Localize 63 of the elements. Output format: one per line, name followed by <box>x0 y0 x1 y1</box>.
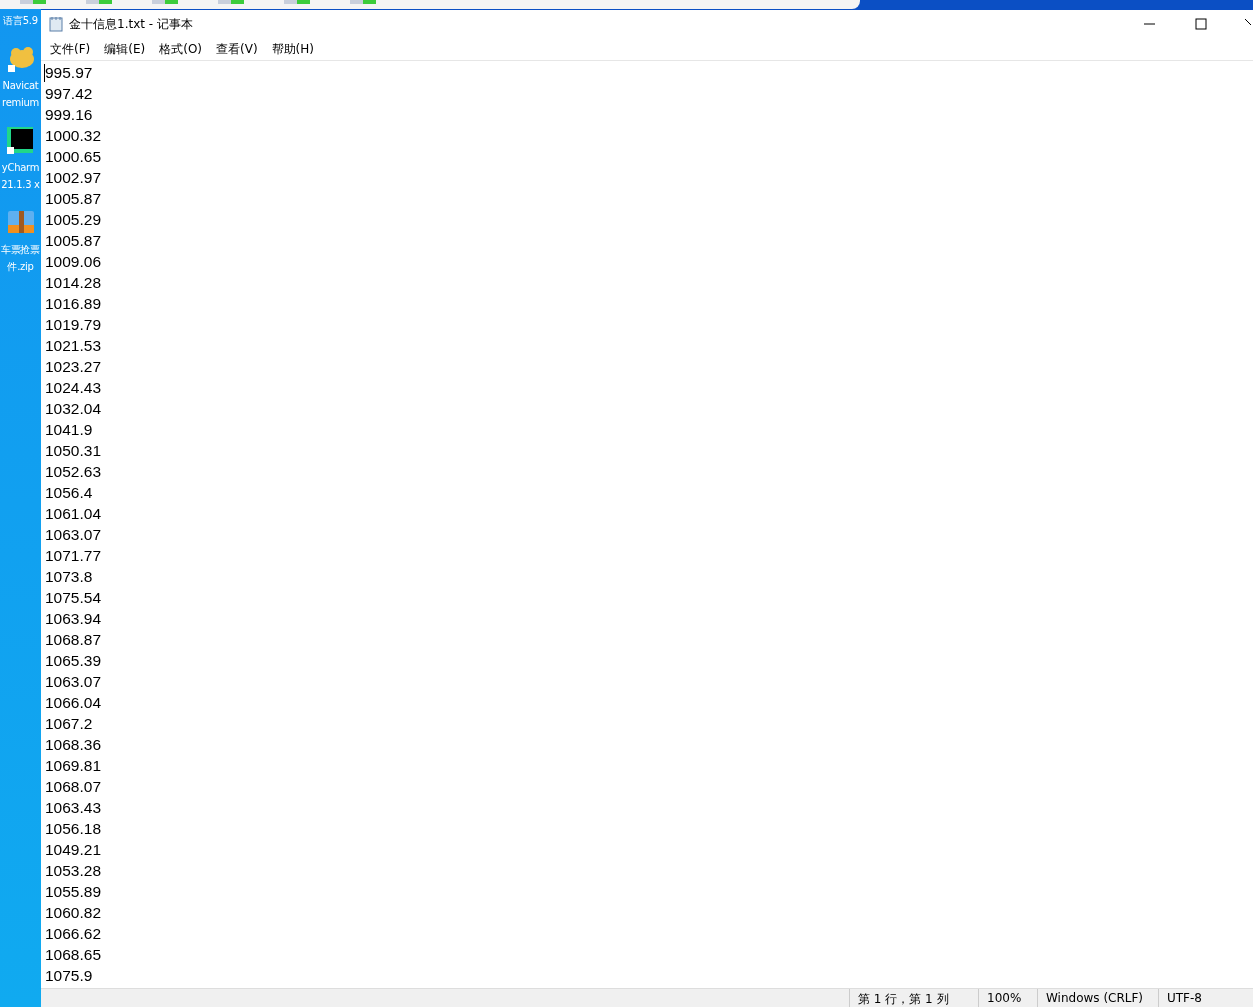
text-line: 1021.53 <box>45 336 103 356</box>
text-line: 1060.82 <box>45 903 103 923</box>
text-line: 1071.77 <box>45 546 103 566</box>
text-line: 1055.89 <box>45 882 103 902</box>
text-line: 999.16 <box>45 105 94 125</box>
text-line: 1067.2 <box>45 714 94 734</box>
text-line: 1068.87 <box>45 630 103 650</box>
menu-item[interactable]: 格式(O) <box>152 38 210 60</box>
text-line: 997.42 <box>45 84 94 104</box>
menu-item[interactable]: 帮助(H) <box>264 38 321 60</box>
menu-item[interactable]: 编辑(E) <box>97 38 153 60</box>
text-line: 1068.07 <box>45 777 103 797</box>
text-line: 1041.9 <box>45 420 94 440</box>
desktop-icon-label[interactable]: 车票抢票 <box>1 241 40 258</box>
text-line: 1073.8 <box>45 567 94 587</box>
text-line: 1075.54 <box>45 588 103 608</box>
text-line: 1016.89 <box>45 294 103 314</box>
status-field: 100% <box>978 989 1037 1007</box>
desktop-icon-label[interactable]: 件.zip <box>7 258 34 275</box>
text-line: 1056.18 <box>45 819 103 839</box>
text-line: 1075.9 <box>45 966 94 986</box>
text-line: 1068.36 <box>45 735 103 755</box>
desktop-icon-label[interactable]: yCharm <box>1 159 40 176</box>
text-line: 1065.39 <box>45 651 103 671</box>
status-field: UTF-8 <box>1158 989 1253 1007</box>
text-line: 1063.94 <box>45 609 103 629</box>
desktop-icon-label[interactable]: remium <box>2 94 39 111</box>
desktop-icon-label[interactable]: Navicat <box>2 77 39 94</box>
text-line: 1069.81 <box>45 756 103 776</box>
text-line: 1049.21 <box>45 840 103 860</box>
text-line: 1063.07 <box>45 525 103 545</box>
text-line: 1023.27 <box>45 357 103 377</box>
desktop-icon-label[interactable]: 21.1.3 x <box>1 176 40 193</box>
text-line: 1000.32 <box>45 126 103 146</box>
status-field: 第 1 行，第 1 列 <box>849 989 978 1007</box>
text-line: 1000.65 <box>45 147 103 167</box>
status-field: Windows (CRLF) <box>1037 989 1158 1007</box>
menu-item[interactable]: 文件(F) <box>43 38 98 60</box>
text-line: 1056.4 <box>45 483 94 503</box>
text-line: 1024.43 <box>45 378 103 398</box>
text-line: 1063.07 <box>45 672 103 692</box>
text-line: 1019.79 <box>45 315 103 335</box>
text-line: 1009.06 <box>45 252 103 272</box>
notepad-icon <box>49 16 63 32</box>
text-line: 1002.97 <box>45 168 103 188</box>
text-line: 1068.65 <box>45 945 103 965</box>
text-line: 1066.62 <box>45 924 103 944</box>
text-line: 1063.43 <box>45 798 103 818</box>
text-line: 1066.04 <box>45 693 103 713</box>
text-line: 1032.04 <box>45 399 103 419</box>
text-line: 1005.87 <box>45 231 103 251</box>
window-title: 金十信息1.txt - 记事本 <box>69 16 193 31</box>
text-line: 1053.28 <box>45 861 103 881</box>
text-line: 1005.29 <box>45 210 103 230</box>
text-line: 1061.04 <box>45 504 103 524</box>
text-line: 1052.63 <box>45 462 103 482</box>
pycharm-icon[interactable] <box>5 125 36 155</box>
menu-item[interactable]: 查看(V) <box>209 38 265 60</box>
desktop-label: 语言5.9 <box>3 14 38 28</box>
text-line: 1014.28 <box>45 273 103 293</box>
text-line: 1005.87 <box>45 189 103 209</box>
text-line: 1050.31 <box>45 441 103 461</box>
text-line: 995.97 <box>45 63 94 83</box>
